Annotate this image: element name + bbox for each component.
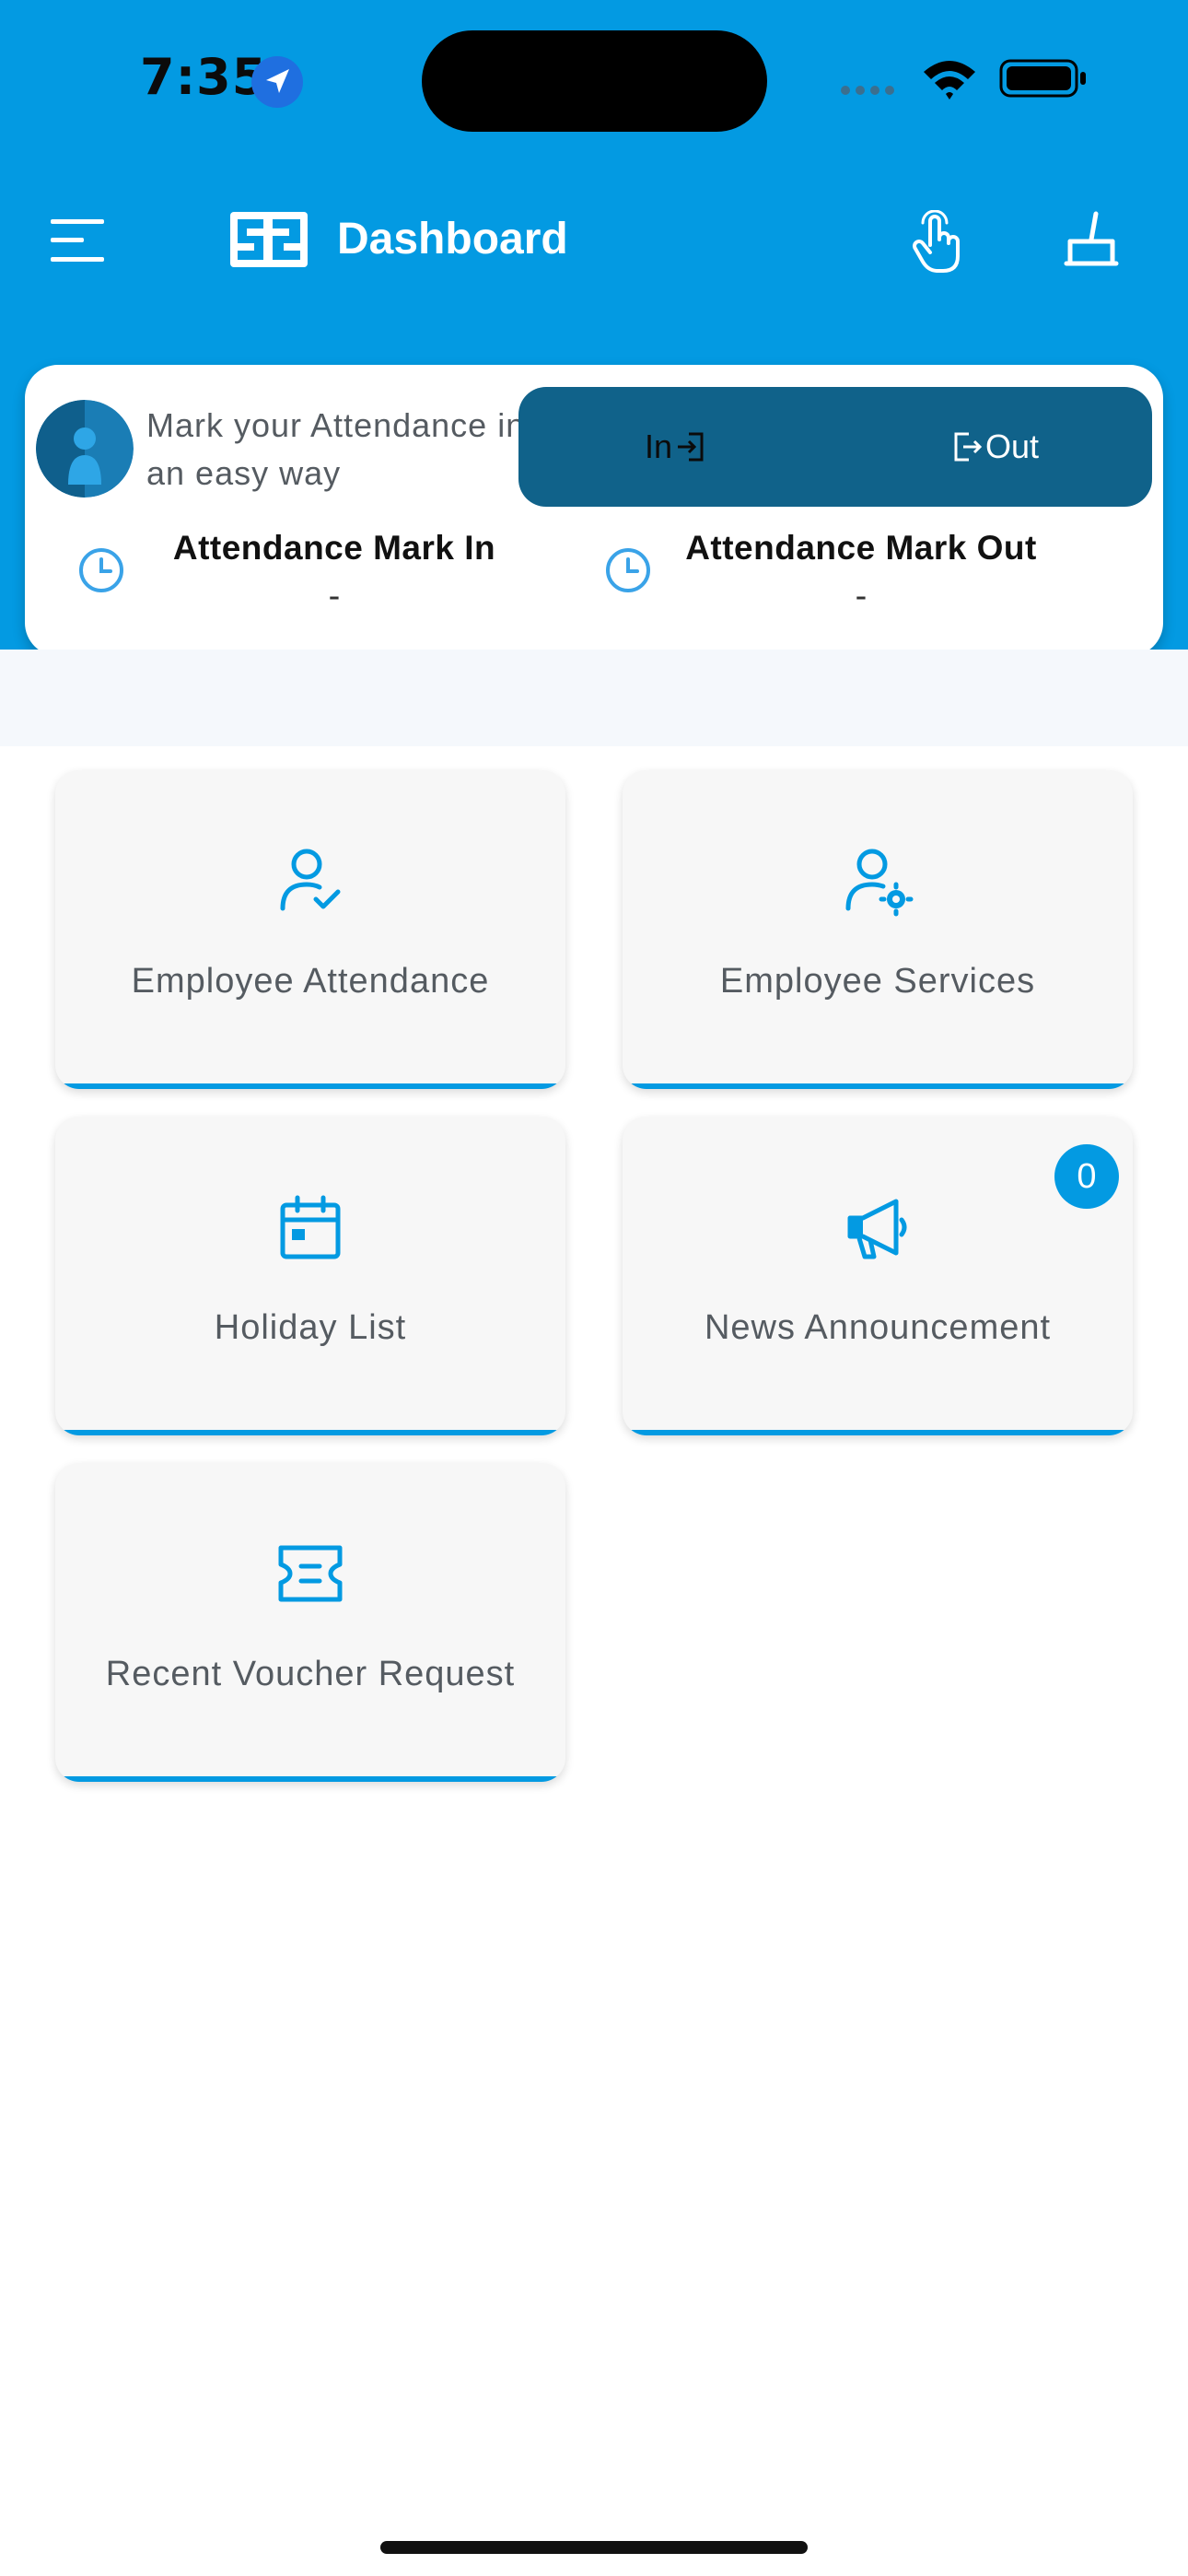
battery-icon xyxy=(999,59,1086,98)
mark-out-value: - xyxy=(855,577,868,615)
tile-label: Holiday List xyxy=(214,1308,407,1347)
status-time: 7:35 xyxy=(140,48,268,106)
clock-icon xyxy=(606,548,650,592)
logout-icon xyxy=(954,432,983,462)
cellular-signal-icon xyxy=(841,86,894,95)
location-arrow-icon xyxy=(251,56,303,108)
mark-in-label: In xyxy=(644,427,673,465)
mark-in-button[interactable]: In xyxy=(518,387,835,507)
attendance-card: Mark your Attendance in an easy way In O… xyxy=(25,365,1163,656)
login-icon xyxy=(678,432,704,462)
touch-hand-icon[interactable] xyxy=(910,210,965,275)
clock-icon xyxy=(79,548,123,592)
wifi-icon xyxy=(924,61,975,100)
tile-recent-voucher-request[interactable]: Recent Voucher Request xyxy=(55,1463,565,1782)
tile-label: News Announcement xyxy=(704,1308,1052,1347)
tile-employee-attendance[interactable]: Employee Attendance xyxy=(55,770,565,1089)
news-count-badge: 0 xyxy=(1054,1144,1119,1209)
section-divider xyxy=(0,650,1188,746)
attendance-avatar-icon xyxy=(36,400,134,498)
mark-in-value: - xyxy=(328,577,341,615)
lift-platform-icon[interactable] xyxy=(1059,208,1124,269)
home-indicator[interactable] xyxy=(380,2541,808,2554)
app-logo-icon xyxy=(230,212,308,267)
tile-holiday-list[interactable]: Holiday List xyxy=(55,1117,565,1435)
tile-label: Employee Services xyxy=(719,962,1036,1001)
attendance-promo-text: Mark your Attendance in an easy way xyxy=(146,406,526,492)
mark-out-label: Out xyxy=(984,427,1040,465)
page-title: Dashboard xyxy=(337,215,568,263)
tile-label: Employee Attendance xyxy=(131,962,490,1001)
mark-in-title: Attendance Mark In xyxy=(172,529,496,567)
dynamic-island xyxy=(422,30,767,132)
calendar-icon xyxy=(280,1195,341,1259)
user-check-icon xyxy=(280,849,341,911)
user-gear-icon xyxy=(845,849,914,917)
mark-out-button[interactable]: Out xyxy=(835,387,1152,507)
tile-employee-services[interactable]: Employee Services xyxy=(623,770,1133,1089)
megaphone-icon xyxy=(847,1199,907,1259)
ticket-icon xyxy=(278,1545,343,1602)
mark-out-title: Attendance Mark Out xyxy=(685,529,1037,567)
tile-label: Recent Voucher Request xyxy=(105,1655,516,1693)
in-out-toggle: In Out xyxy=(518,387,1152,507)
menu-icon[interactable] xyxy=(51,217,104,263)
